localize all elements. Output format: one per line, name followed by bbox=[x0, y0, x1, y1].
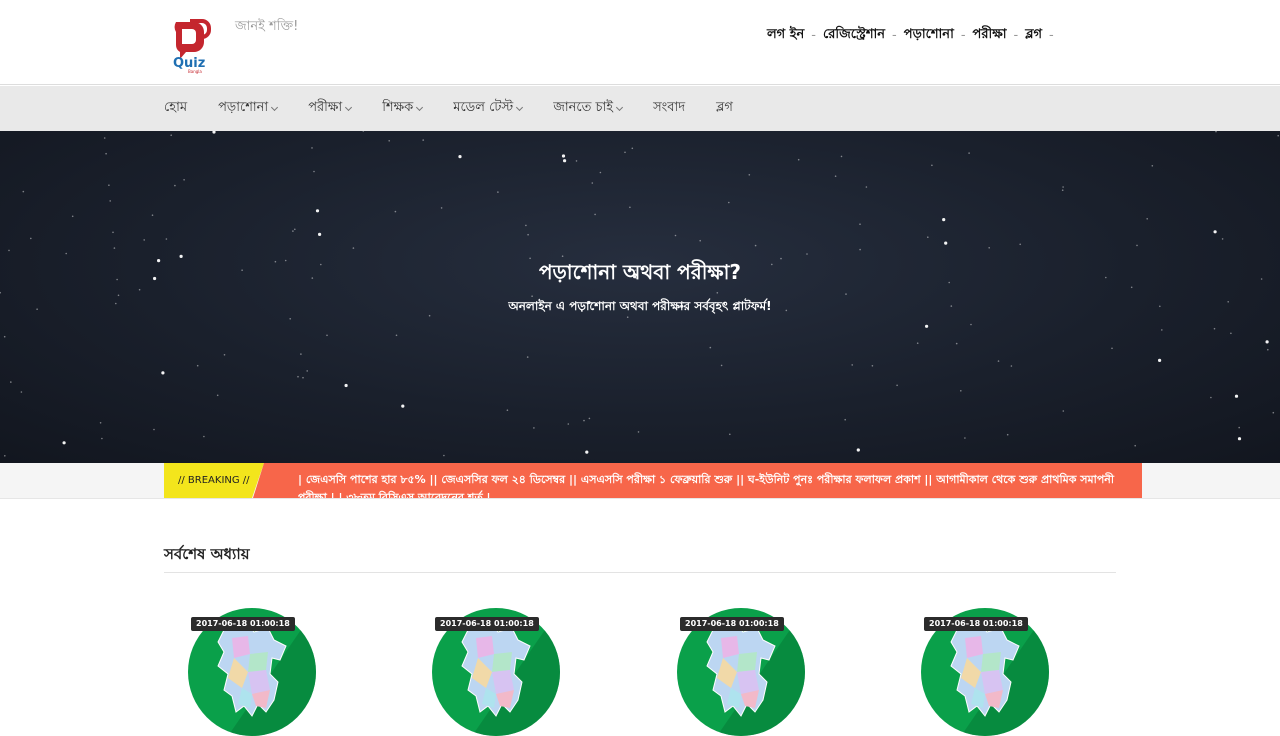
nav-item-label: জানতে চাই bbox=[553, 100, 614, 115]
breaking-ticker: | জেএসসি পাশের হার ৮৫% || জেএসসির ফল ২৪ … bbox=[253, 463, 1142, 498]
top-header: Quiz Bangla জানই শক্তি! লগ ইন - রেজিস্ট্… bbox=[0, 0, 1280, 85]
nav-item-label: শিক্ষক bbox=[382, 100, 414, 115]
nav-item-teacher[interactable]: শিক্ষক bbox=[382, 98, 424, 119]
nav-item-blog[interactable]: ব্লগ bbox=[716, 98, 733, 119]
nav-item-ask[interactable]: জানতে চাই bbox=[553, 98, 624, 119]
main-nav: হোম পড়াশোনা পরীক্ষা শিক্ষক মডেল টেস্ট জ… bbox=[0, 86, 1280, 131]
nav-item-home[interactable]: হোম bbox=[164, 98, 187, 119]
nav-item-label: ব্লগ bbox=[716, 100, 733, 115]
card-date-badge: 2017-06-18 01:00:18 bbox=[435, 617, 539, 631]
nav-item-label: মডেল টেস্ট bbox=[453, 100, 514, 115]
hero-subtitle: অনলাইন এ পড়াশোনা অথবা পরীক্ষার সর্ববৃহৎ… bbox=[508, 299, 772, 313]
nav-item-label: পরীক্ষা bbox=[308, 100, 343, 115]
chapter-card[interactable]: 2017-06-18 01:00:18 bbox=[432, 608, 560, 736]
card-date-badge: 2017-06-18 01:00:18 bbox=[924, 617, 1028, 631]
ticker-text[interactable]: | জেএসসি পাশের হার ৮৫% || জেএসসির ফল ২৪ … bbox=[298, 471, 1138, 498]
section-title: সর্বশেষ অধ্যায় bbox=[164, 545, 250, 563]
register-link[interactable]: রেজিস্ট্রেশান bbox=[816, 25, 892, 46]
breaking-label: // BREAKING // bbox=[164, 463, 264, 498]
chevron-down-icon bbox=[345, 103, 353, 111]
hero-title: পড়াশোনা অথবা পরীক্ষা? bbox=[538, 260, 742, 284]
logo-subtext: Bangla bbox=[188, 69, 202, 74]
top-links: লগ ইন - রেজিস্ট্রেশান - পড়াশোনা - পরীক্… bbox=[760, 25, 1054, 46]
section-divider bbox=[164, 572, 1116, 573]
card-date-badge: 2017-06-18 01:00:18 bbox=[191, 617, 295, 631]
nav-item-model-test[interactable]: মডেল টেস্ট bbox=[453, 98, 524, 119]
site-tagline: জানই শক্তি! bbox=[235, 19, 299, 34]
chapter-card[interactable]: 2017-06-18 01:00:18 bbox=[921, 608, 1049, 736]
card-date-badge: 2017-06-18 01:00:18 bbox=[680, 617, 784, 631]
nav-item-label: হোম bbox=[164, 100, 188, 115]
blog-link[interactable]: ব্লগ bbox=[1018, 25, 1049, 46]
site-logo[interactable]: Quiz Bangla bbox=[170, 16, 216, 74]
nav-items: হোম পড়াশোনা পরীক্ষা শিক্ষক মডেল টেস্ট জ… bbox=[164, 86, 764, 131]
chevron-down-icon bbox=[271, 103, 279, 111]
study-link[interactable]: পড়াশোনা bbox=[897, 25, 961, 46]
nav-item-news[interactable]: সংবাদ bbox=[653, 98, 685, 119]
exam-link[interactable]: পরীক্ষা bbox=[966, 25, 1014, 46]
nav-item-label: সংবাদ bbox=[653, 100, 686, 115]
breaking-news-bar: // BREAKING // | জেএসসি পাশের হার ৮৫% ||… bbox=[0, 463, 1280, 499]
hero-banner: পড়াশোনা অথবা পরীক্ষা? অনলাইন এ পড়াশোনা… bbox=[0, 131, 1280, 463]
nav-item-study[interactable]: পড়াশোনা bbox=[218, 98, 279, 119]
chapter-card[interactable]: 2017-06-18 01:00:18 bbox=[188, 608, 316, 736]
chevron-down-icon bbox=[516, 103, 524, 111]
chevron-down-icon bbox=[416, 103, 424, 111]
login-link[interactable]: লগ ইন bbox=[760, 25, 811, 46]
chevron-down-icon bbox=[616, 103, 624, 111]
starfield-background bbox=[0, 131, 1279, 457]
nav-item-label: পড়াশোনা bbox=[218, 100, 269, 115]
chapter-card[interactable]: 2017-06-18 01:00:18 bbox=[677, 608, 805, 736]
link-separator: - bbox=[1049, 28, 1054, 43]
nav-item-exam[interactable]: পরীক্ষা bbox=[308, 98, 353, 119]
logo-icon: Quiz Bangla bbox=[173, 19, 211, 74]
